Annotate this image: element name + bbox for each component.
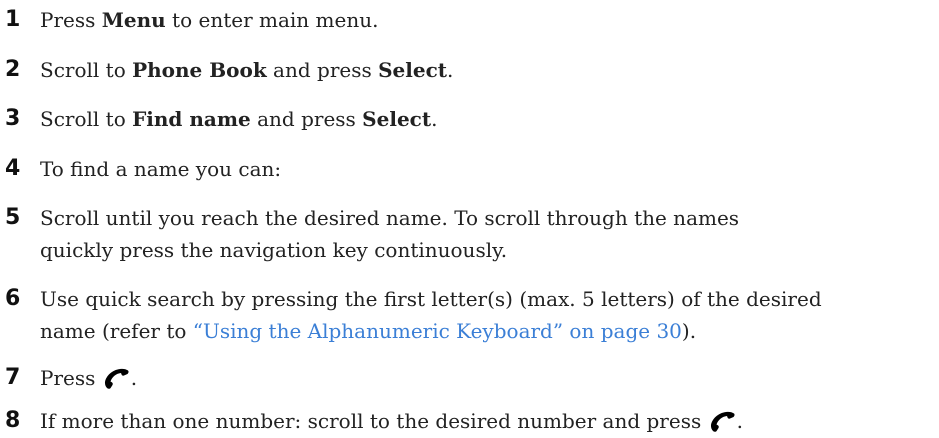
menu-key-label: Menu	[101, 8, 166, 32]
step-text-part: If more than one number: scroll to the d…	[40, 409, 708, 433]
step-number: 5	[5, 205, 21, 230]
keyboard-reference-link[interactable]: “Using the Alphanumeric Keyboard” on pag…	[193, 319, 682, 343]
find-name-label: Find name	[132, 107, 251, 131]
step-text: If more than one number: scroll to the d…	[40, 405, 930, 437]
step-number: 6	[5, 286, 21, 311]
step-number: 3	[5, 106, 21, 131]
step-number: 1	[5, 7, 21, 32]
step-text: Press .	[40, 362, 930, 394]
step-text-part: Press	[40, 8, 102, 32]
step-text: Scroll to Phone Book and press Select.	[40, 54, 930, 86]
step-text-part: Scroll to	[40, 107, 133, 131]
step-text-part: .	[447, 58, 454, 82]
step-text-part: Press	[40, 366, 102, 390]
step-text-part: Scroll to	[40, 58, 133, 82]
step-number: 2	[5, 57, 21, 82]
step-text-part: and press	[250, 107, 363, 131]
step-text-line: quickly press the navigation key continu…	[40, 238, 508, 262]
step-number: 8	[5, 408, 21, 433]
step-text-part: to enter main menu.	[165, 8, 379, 32]
step-text: Press Menu to enter main menu.	[40, 4, 930, 36]
phone-handset-icon	[103, 367, 130, 389]
step-text-part: name (refer to	[40, 319, 193, 343]
step-text: Scroll until you reach the desired name.…	[40, 202, 930, 266]
step-number: 4	[5, 156, 21, 181]
step-text-part: .	[130, 366, 138, 390]
step-text-part: and press	[266, 58, 379, 82]
phone-book-label: Phone Book	[132, 58, 267, 82]
step-text: Use quick search by pressing the first l…	[40, 283, 930, 347]
instruction-list: 1 Press Menu to enter main menu. 2 Scrol…	[0, 0, 939, 438]
step-text: To find a name you can:	[40, 153, 930, 185]
select-key-label: Select	[362, 107, 432, 131]
step-text: Scroll to Find name and press Select.	[40, 103, 930, 135]
step-text-part: To find a name you can:	[40, 157, 282, 181]
step-number: 7	[5, 365, 21, 390]
select-key-label: Select	[378, 58, 447, 82]
step-text-part: ).	[681, 319, 697, 343]
phone-handset-icon	[709, 410, 736, 432]
step-text-line: Scroll until you reach the desired name.…	[40, 206, 740, 230]
step-text-line: Use quick search by pressing the first l…	[40, 287, 822, 311]
step-text-part: .	[431, 107, 438, 131]
step-text-part: .	[736, 409, 743, 433]
